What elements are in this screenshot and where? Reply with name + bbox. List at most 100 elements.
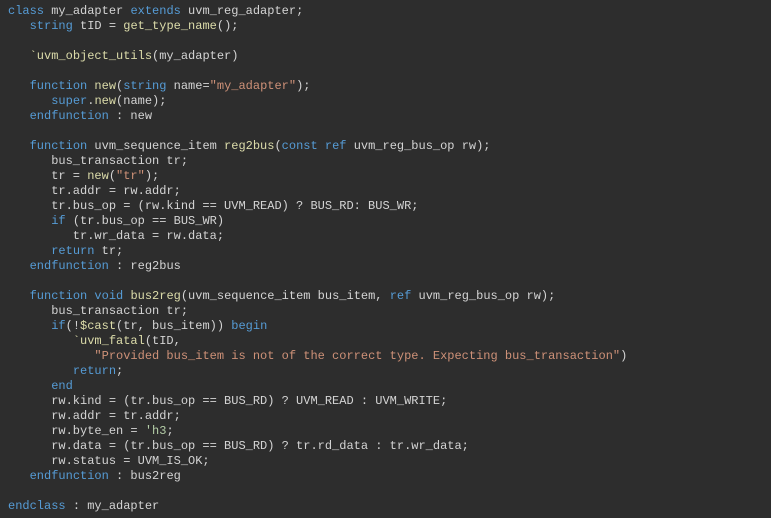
code-line: tr.addr = rw.addr; <box>8 184 763 199</box>
code-token: get_type_name <box>123 19 217 33</box>
code-token: "my_adapter" <box>210 79 296 93</box>
code-token: ; <box>116 364 123 378</box>
code-token: : bus2reg <box>116 469 181 483</box>
code-line: end <box>8 379 763 394</box>
code-token: $cast <box>80 319 116 333</box>
code-line: endfunction : bus2reg <box>8 469 763 484</box>
code-line: rw.data = (tr.bus_op == BUS_RD) ? tr.rd_… <box>8 439 763 454</box>
code-token: new <box>94 79 116 93</box>
code-token <box>8 319 51 333</box>
code-token: begin <box>231 319 267 333</box>
code-token <box>8 139 30 153</box>
code-token: endfunction <box>30 109 116 123</box>
code-token: `uvm_object_utils <box>30 49 152 63</box>
code-token: tr = <box>8 169 87 183</box>
code-line: class my_adapter extends uvm_reg_adapter… <box>8 4 763 19</box>
code-token: string <box>123 79 173 93</box>
code-token: end <box>51 379 73 393</box>
code-line: "Provided bus_item is not of the correct… <box>8 349 763 364</box>
code-token <box>8 364 73 378</box>
code-token: tr.addr = rw.addr; <box>8 184 181 198</box>
code-line: function void bus2reg(uvm_sequence_item … <box>8 289 763 304</box>
code-line <box>8 124 763 139</box>
code-token: endfunction <box>30 469 116 483</box>
code-line <box>8 274 763 289</box>
code-token: ); <box>296 79 310 93</box>
code-token: ref <box>390 289 419 303</box>
code-line: tr.wr_data = rw.data; <box>8 229 763 244</box>
code-token <box>8 289 30 303</box>
code-token: : reg2bus <box>116 259 181 273</box>
code-token: return <box>73 364 116 378</box>
code-token: endfunction <box>30 259 116 273</box>
code-line: super.new(name); <box>8 94 763 109</box>
code-token <box>8 244 51 258</box>
code-token: function <box>30 139 95 153</box>
code-token: : my_adapter <box>73 499 159 513</box>
code-token: (); <box>217 19 239 33</box>
code-token: rw.byte_en = <box>8 424 145 438</box>
code-line: return; <box>8 364 763 379</box>
code-token: (uvm_sequence_item bus_item, <box>181 289 390 303</box>
code-token: rw.kind = (tr.bus_op == BUS_RD) ? UVM_RE… <box>8 394 447 408</box>
code-token: new <box>87 169 109 183</box>
code-token: tr; <box>102 244 124 258</box>
code-token: rw.data = (tr.bus_op == BUS_RD) ? tr.rd_… <box>8 439 469 453</box>
code-token <box>8 109 30 123</box>
code-line: rw.addr = tr.addr; <box>8 409 763 424</box>
code-token: ( <box>274 139 281 153</box>
code-token: uvm_reg_bus_op rw); <box>354 139 491 153</box>
code-token: name= <box>174 79 210 93</box>
code-token: `uvm_fatal <box>73 334 145 348</box>
code-token <box>8 469 30 483</box>
code-line: bus_transaction tr; <box>8 304 763 319</box>
code-token: uvm_reg_adapter; <box>188 4 303 18</box>
code-line: if (tr.bus_op == BUS_WR) <box>8 214 763 229</box>
code-token: reg2bus <box>224 139 274 153</box>
code-token: tr.wr_data = rw.data; <box>8 229 224 243</box>
code-token: class <box>8 4 51 18</box>
code-token: 'h3 <box>145 424 167 438</box>
code-token: return <box>51 244 101 258</box>
code-line: bus_transaction tr; <box>8 154 763 169</box>
code-token: new <box>94 94 116 108</box>
code-line: if(!$cast(tr, bus_item)) begin <box>8 319 763 334</box>
code-line <box>8 64 763 79</box>
code-line: endfunction : new <box>8 109 763 124</box>
code-token <box>8 334 73 348</box>
code-line: `uvm_object_utils(my_adapter) <box>8 49 763 64</box>
code-token: (my_adapter) <box>152 49 238 63</box>
code-token: function void <box>30 289 131 303</box>
code-token: (! <box>66 319 80 333</box>
code-line <box>8 484 763 499</box>
code-token: my_adapter <box>51 4 130 18</box>
code-token: (name); <box>116 94 166 108</box>
code-token: function <box>30 79 95 93</box>
code-line: rw.kind = (tr.bus_op == BUS_RD) ? UVM_RE… <box>8 394 763 409</box>
code-token: "tr" <box>116 169 145 183</box>
code-token: if <box>51 319 65 333</box>
code-token <box>8 214 51 228</box>
code-line <box>8 34 763 49</box>
code-token: bus_transaction tr; <box>8 154 188 168</box>
code-token: ; <box>166 424 173 438</box>
code-line: endfunction : reg2bus <box>8 259 763 274</box>
code-token: (tr.bus_op == BUS_WR) <box>73 214 224 228</box>
code-token: tr.bus_op = (rw.kind == UVM_READ) ? BUS_… <box>8 199 418 213</box>
code-token: "Provided bus_item is not of the correct… <box>94 349 620 363</box>
code-token <box>8 79 30 93</box>
code-token <box>8 259 30 273</box>
code-token: bus2reg <box>130 289 180 303</box>
code-token: uvm_reg_bus_op rw); <box>419 289 556 303</box>
code-token: const ref <box>282 139 354 153</box>
code-line: return tr; <box>8 244 763 259</box>
code-token: super <box>51 94 87 108</box>
code-token <box>8 379 51 393</box>
code-editor[interactable]: class my_adapter extends uvm_reg_adapter… <box>0 0 771 518</box>
code-token <box>8 19 30 33</box>
code-token: (tr, bus_item)) <box>116 319 231 333</box>
code-line: tr.bus_op = (rw.kind == UVM_READ) ? BUS_… <box>8 199 763 214</box>
code-line: rw.byte_en = 'h3; <box>8 424 763 439</box>
code-line: function new(string name="my_adapter"); <box>8 79 763 94</box>
code-token: uvm_sequence_item <box>94 139 224 153</box>
